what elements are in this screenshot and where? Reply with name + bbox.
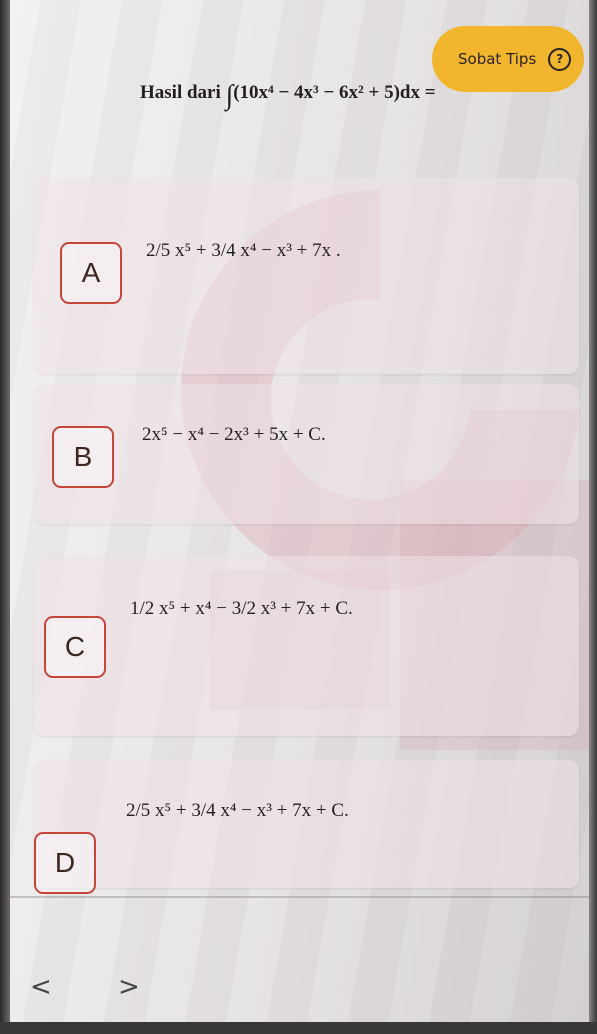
sobat-tips-label: Sobat Tips: [458, 50, 537, 68]
option-letter-a: A: [60, 242, 122, 304]
option-text-b: 2x⁵ − x⁴ − 2x³ + 5x + C.: [142, 424, 326, 445]
question-text: Hasil dari ∫(10x⁴ − 4x³ − 6x² + 5)dx =: [140, 80, 550, 112]
question-prefix: Hasil dari: [140, 82, 221, 103]
option-card-a[interactable]: A 2/5 x⁵ + 3/4 x⁴ − x³ + 7x .: [34, 178, 579, 374]
screen-bezel-right: [589, 0, 597, 1034]
screen-bezel-left: [0, 0, 10, 1034]
prev-button[interactable]: <: [30, 972, 52, 1002]
help-circle-icon: ?: [548, 47, 572, 71]
option-text-a: 2/5 x⁵ + 3/4 x⁴ − x³ + 7x .: [146, 240, 341, 261]
divider: [0, 896, 597, 898]
screen-bezel-bottom: [0, 1022, 597, 1034]
option-text-d: 2/5 x⁵ + 3/4 x⁴ − x³ + 7x + C.: [126, 800, 349, 821]
option-card-c[interactable]: C 1/2 x⁵ + x⁴ − 3/2 x³ + 7x + C.: [34, 556, 579, 736]
option-letter-c: C: [44, 616, 106, 678]
next-button[interactable]: >: [118, 972, 140, 1002]
option-letter-d: D: [34, 832, 96, 894]
question-expression: (10x⁴ − 4x³ − 6x² + 5)dx =: [233, 82, 436, 103]
option-card-b[interactable]: B 2x⁵ − x⁴ − 2x³ + 5x + C.: [34, 384, 579, 524]
option-letter-b: B: [52, 426, 114, 488]
option-text-c: 1/2 x⁵ + x⁴ − 3/2 x³ + 7x + C.: [130, 598, 353, 619]
option-card-d[interactable]: D 2/5 x⁵ + 3/4 x⁴ − x³ + 7x + C.: [34, 760, 579, 894]
